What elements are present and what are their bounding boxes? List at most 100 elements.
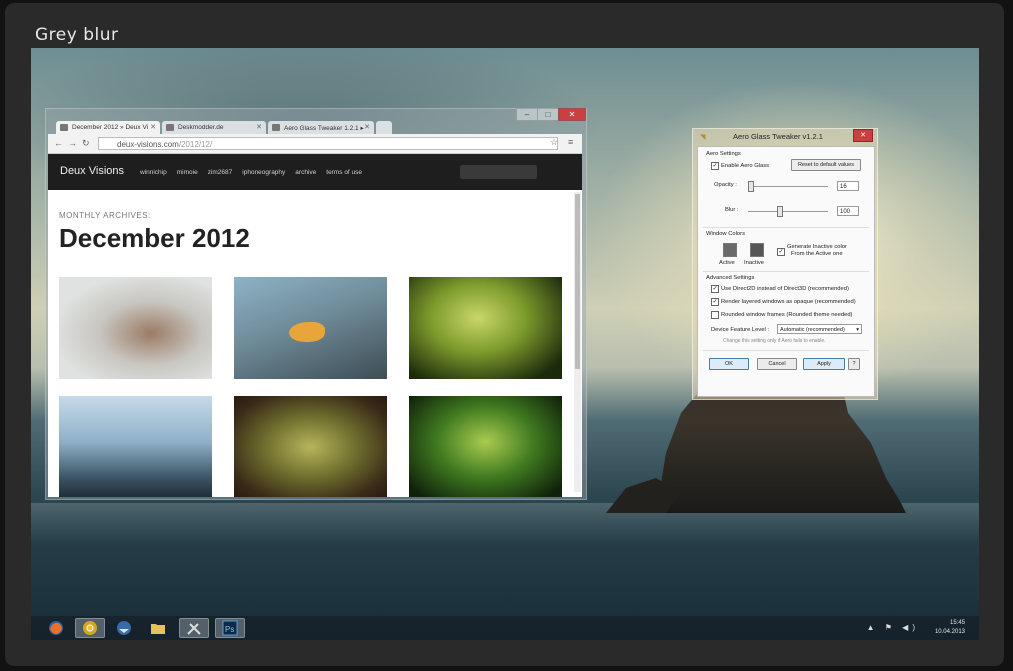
address-bar[interactable]: deux-visions.com/2012/12/	[98, 137, 558, 150]
help-button[interactable]: ?	[848, 358, 860, 370]
forward-icon[interactable]: →	[68, 138, 77, 148]
cancel-button[interactable]: Cancel	[757, 358, 797, 370]
reload-icon[interactable]: ↻	[82, 138, 90, 149]
device-level-label: Device Feature Level :	[711, 327, 769, 333]
opacity-field[interactable]: 16	[837, 181, 859, 191]
render-opaque-label: Render layered windows as opaque (recomm…	[721, 299, 856, 305]
apply-button[interactable]: Apply	[803, 358, 845, 370]
active-color-swatch[interactable]	[723, 243, 737, 257]
svg-text:Ps: Ps	[225, 625, 234, 634]
photo-thumbnail-green-leaf[interactable]	[409, 277, 562, 379]
generate-inactive-checkbox[interactable]: ✓	[777, 248, 785, 256]
site-nav: winnichip mimoie zim2687 iphoneography a…	[140, 169, 362, 176]
system-tray-icons[interactable]: ▲ ⚑ ◀)	[867, 623, 919, 632]
device-level-select[interactable]: Automatic (recommended) ▾	[777, 324, 862, 334]
frame-title: Grey blur	[35, 25, 119, 45]
photo-thumbnail-leaf-veins[interactable]	[409, 396, 562, 497]
blur-slider[interactable]	[748, 211, 828, 212]
inactive-label: Inactive	[744, 260, 764, 266]
folder-icon[interactable]	[143, 618, 173, 638]
bookmark-star-icon[interactable]: ☆	[550, 137, 558, 148]
dialog-title: Aero Glass Tweaker v1.2.1	[733, 132, 823, 141]
back-icon[interactable]: ←	[54, 138, 63, 148]
nav-link[interactable]: archive	[295, 169, 316, 176]
tab-label: Deskmodder.de	[178, 124, 224, 131]
chrome-icon[interactable]	[75, 618, 105, 638]
photoshop-icon[interactable]: Ps	[215, 618, 245, 638]
aero-settings-heading: Aero Settings	[706, 151, 741, 157]
favicon-icon	[272, 124, 280, 131]
nav-link[interactable]: iphoneography	[242, 169, 285, 176]
blur-field[interactable]: 100	[837, 206, 859, 216]
direct2d-checkbox[interactable]: ✓	[711, 285, 719, 293]
tab-deskmodder[interactable]: Deskmodder.de ✕	[162, 121, 266, 134]
browser-toolbar: ← → ↻ deux-visions.com/2012/12/ ☆ ≡	[48, 134, 582, 154]
site-header: Deux Visions winnichip mimoie zim2687 ip…	[48, 154, 582, 190]
favicon-icon	[60, 124, 68, 131]
close-tab-icon[interactable]: ✕	[150, 123, 156, 131]
reset-defaults-button[interactable]: Reset to default values	[791, 159, 861, 171]
clock[interactable]: 15:45 10.04.2013	[935, 619, 965, 637]
browser-window: – □ ✕ December 2012 » Deux Vi ✕ Deskmodd…	[45, 108, 587, 500]
nav-link[interactable]: mimoie	[177, 169, 198, 176]
generate-inactive-label-2: From the Active one	[791, 251, 843, 257]
window-controls: – □ ✕	[516, 108, 586, 121]
site-search-input[interactable]	[460, 165, 537, 179]
desktop: – □ ✕ December 2012 » Deux Vi ✕ Deskmodd…	[31, 48, 979, 640]
aero-glass-tweaker-window: ◥ Aero Glass Tweaker v1.2.1 ✕ Aero Setti…	[692, 128, 878, 400]
taskbar: Ps ▲ ⚑ ◀) 15:45 10.04.2013	[31, 616, 979, 640]
favicon-icon	[166, 124, 174, 131]
close-tab-icon[interactable]: ✕	[256, 123, 262, 131]
window-colors-heading: Window Colors	[706, 231, 745, 237]
new-tab-button[interactable]	[376, 121, 392, 134]
dialog-body: Aero Settings ✓ Enable Aero Glass Reset …	[697, 146, 875, 397]
tab-label: December 2012 » Deux Vi	[72, 124, 149, 131]
chevron-down-icon: ▾	[856, 327, 859, 333]
render-opaque-checkbox[interactable]: ✓	[711, 298, 719, 306]
opacity-slider[interactable]	[748, 186, 828, 187]
device-level-hint: Change this setting only if Aero fails t…	[723, 338, 826, 344]
enable-aero-label: Enable Aero Glass	[721, 163, 770, 169]
ok-button[interactable]: OK	[709, 358, 749, 370]
tools-icon[interactable]	[179, 618, 209, 638]
photo-thumbnail-plant[interactable]	[59, 277, 212, 379]
photo-thumbnail-water-drops[interactable]	[59, 396, 212, 497]
archive-title: December 2012	[59, 223, 250, 253]
tab-label: Aero Glass Tweaker 1.2.1 ▸	[284, 125, 364, 132]
close-button[interactable]: ✕	[558, 108, 586, 121]
tab-deux-visions[interactable]: December 2012 » Deux Vi ✕	[56, 121, 160, 134]
url-path: /2012/12/	[178, 140, 213, 149]
firefox-icon[interactable]	[41, 618, 71, 638]
opacity-slider-thumb[interactable]	[748, 181, 755, 192]
advanced-settings-heading: Advanced Settings	[706, 275, 755, 281]
blur-label: Blur :	[725, 207, 739, 213]
active-label: Active	[719, 260, 735, 266]
generate-inactive-label: Generate Inactive color	[787, 244, 847, 250]
tab-aero-glass-tweaker[interactable]: Aero Glass Tweaker 1.2.1 ▸ ✕	[268, 121, 374, 134]
divider	[703, 271, 869, 272]
menu-icon[interactable]: ≡	[568, 137, 573, 147]
nav-link[interactable]: terms of use	[326, 169, 362, 176]
divider	[703, 227, 869, 228]
rounded-frames-checkbox[interactable]	[711, 311, 719, 319]
web-page: Deux Visions winnichip mimoie zim2687 ip…	[48, 154, 582, 497]
clock-date: 10.04.2013	[934, 629, 965, 635]
close-tab-icon[interactable]: ✕	[364, 123, 370, 131]
photo-thumbnail-foliage[interactable]	[234, 396, 387, 497]
nav-link[interactable]: winnichip	[140, 169, 167, 176]
url-host: deux-visions.com	[117, 140, 179, 149]
thunderbird-icon[interactable]	[109, 618, 139, 638]
photo-thumbnail-leaf-water[interactable]	[234, 277, 387, 379]
site-logo[interactable]: Deux Visions	[60, 165, 124, 177]
page-scrollbar[interactable]	[574, 192, 581, 492]
yellow-leaf	[289, 322, 325, 342]
scrollbar-thumb[interactable]	[575, 194, 580, 369]
minimize-button[interactable]: –	[516, 108, 538, 121]
close-button[interactable]: ✕	[853, 129, 873, 142]
maximize-button[interactable]: □	[537, 108, 559, 121]
blur-slider-thumb[interactable]	[777, 206, 784, 217]
clock-time: 15:45	[949, 620, 965, 626]
enable-aero-checkbox[interactable]: ✓	[711, 162, 719, 170]
inactive-color-swatch[interactable]	[750, 243, 764, 257]
nav-link[interactable]: zim2687	[208, 169, 233, 176]
